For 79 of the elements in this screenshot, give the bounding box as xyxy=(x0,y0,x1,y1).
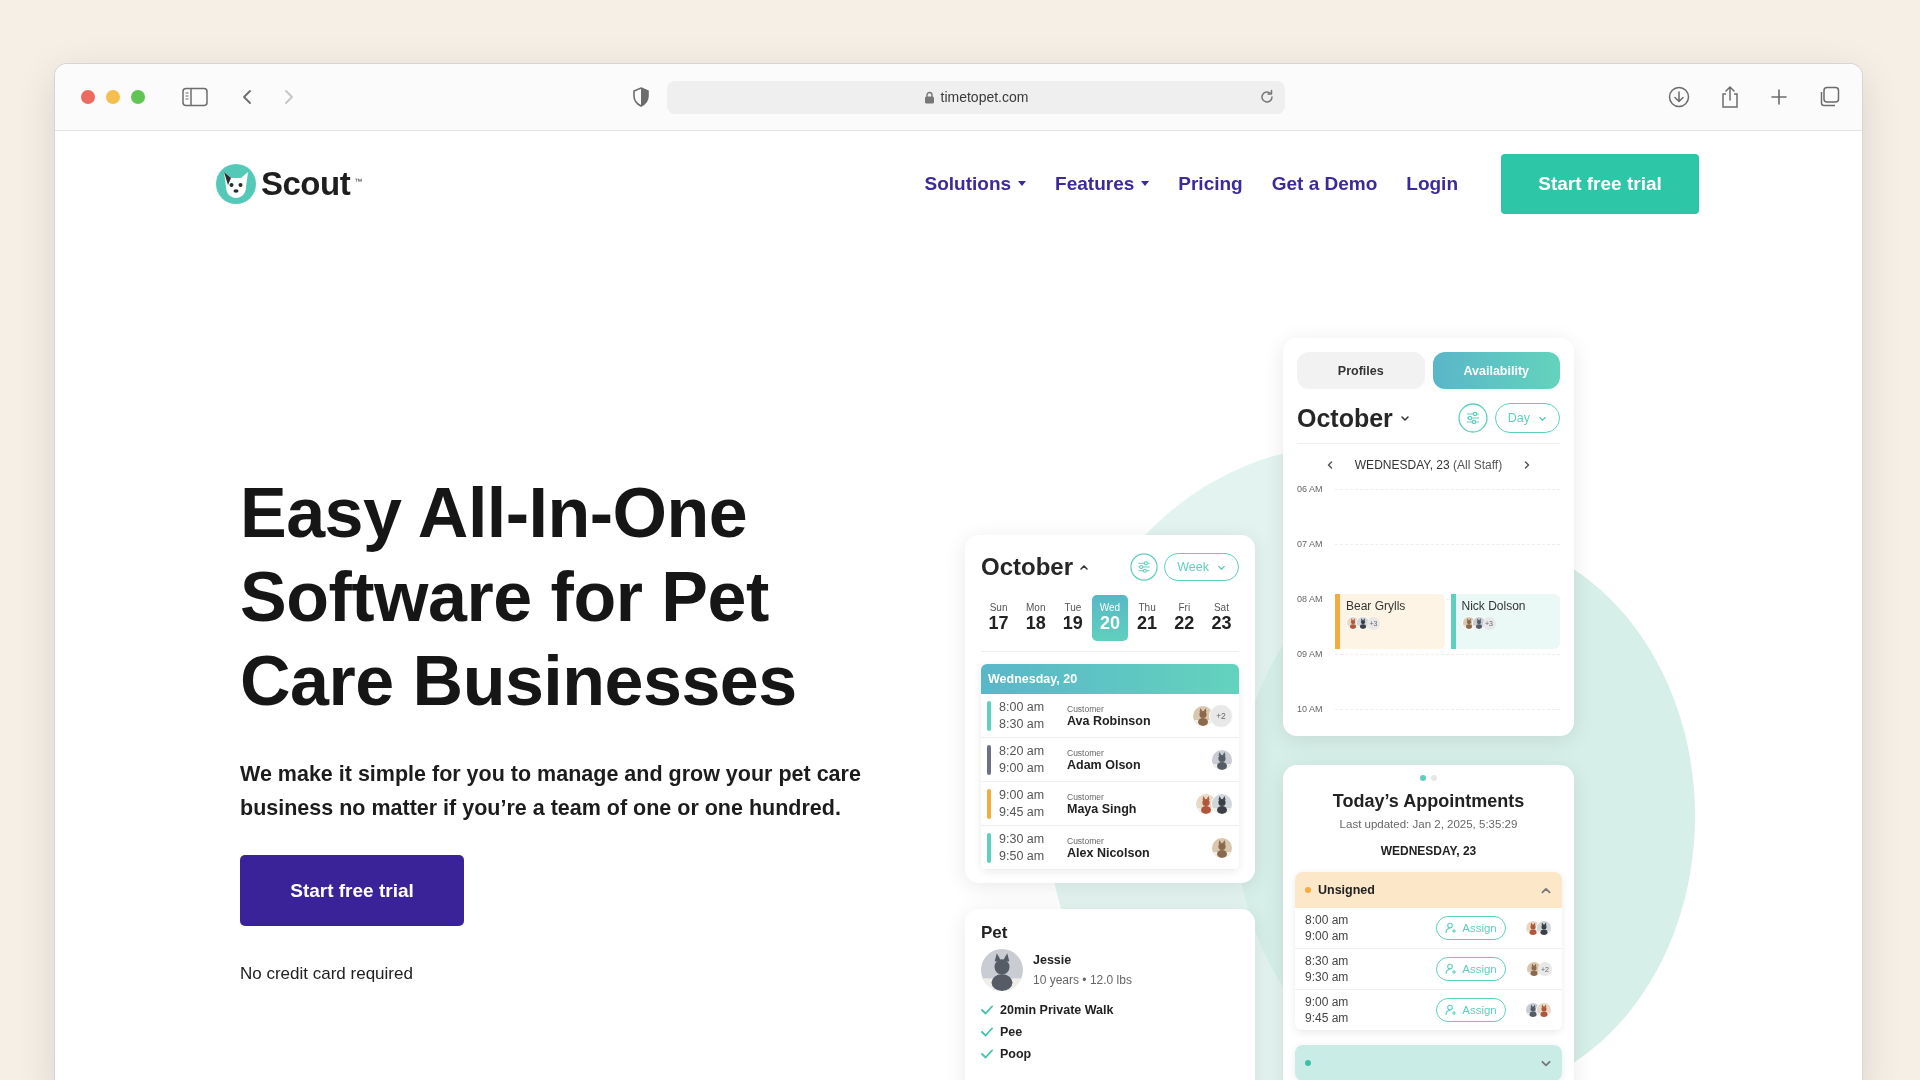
add-person-icon xyxy=(1445,963,1458,975)
date-cell[interactable]: Fri 22 xyxy=(1166,595,1202,641)
hero-subtitle: We make it simple for you to manage and grow your pet care business no matter if you’re a team of one or one hundred. xyxy=(240,761,862,822)
url-text: timetopet.com xyxy=(940,89,1029,105)
nav-link[interactable]: Get a Demo xyxy=(1271,172,1378,195)
more-count: +2 xyxy=(1209,703,1233,728)
tabs-icon[interactable] xyxy=(1818,86,1840,108)
date-label: WEDNESDAY, 23 xyxy=(1379,844,1478,858)
time-range: 8:30 am 9:30 am xyxy=(1305,953,1350,985)
hero-title: Easy All-In-One Software for Pet Care Businesses xyxy=(240,473,798,722)
group-header[interactable]: Unsigned xyxy=(1295,872,1562,908)
no-card-note: No credit card required xyxy=(240,964,414,984)
customer-name: Maya Singh xyxy=(1067,801,1138,816)
date-cell[interactable]: Sun 17 xyxy=(981,595,1017,641)
date-cell[interactable]: Thu 21 xyxy=(1129,595,1165,641)
card-title: Today’s Appointments xyxy=(1331,791,1526,812)
filter-icon[interactable] xyxy=(1457,403,1488,433)
sidebar-icon[interactable] xyxy=(182,87,208,107)
hour-label: 10 AM xyxy=(1297,704,1324,714)
date-cell[interactable]: Tue 19 xyxy=(1055,595,1091,641)
caret-icon xyxy=(1399,413,1410,423)
share-icon[interactable] xyxy=(1720,85,1740,109)
close-button[interactable] xyxy=(81,90,95,104)
new-tab-icon[interactable] xyxy=(1770,88,1788,106)
zoom-button[interactable] xyxy=(131,90,145,104)
last-updated: Last updated: Jan 2, 2025, 5:35:29 xyxy=(1338,818,1519,830)
add-person-icon xyxy=(1445,1004,1458,1016)
page-dot[interactable] xyxy=(1420,775,1426,781)
add-person-icon xyxy=(1445,922,1458,934)
hour-label: 09 AM xyxy=(1297,649,1324,659)
pet-name: Jessie xyxy=(1033,953,1073,967)
trademark-mark: ™ xyxy=(354,176,363,186)
customer-name: Alex Nicolson xyxy=(1067,845,1151,860)
agenda-header: Wednesday, 20 xyxy=(981,664,1239,694)
filter-icon[interactable] xyxy=(1130,553,1159,581)
date-label: WEDNESDAY, 23 (All Staff) xyxy=(1354,458,1503,472)
customer-label: Customer xyxy=(1067,791,1105,802)
nav-link[interactable]: Features xyxy=(1055,172,1150,195)
time-range: 8:00 am 8:30 am xyxy=(999,698,1046,733)
shield-icon[interactable] xyxy=(632,87,650,107)
task-label: 20min Private Walk xyxy=(1000,1003,1114,1017)
group-label: Unsigned xyxy=(1318,883,1375,897)
time-range: 8:20 am 9:00 am xyxy=(999,742,1046,777)
time-range: 9:00 am 9:45 am xyxy=(999,786,1046,821)
nav-link[interactable]: Pricing xyxy=(1178,172,1243,195)
nav-link[interactable]: Solutions xyxy=(924,172,1027,195)
pet-details: 10 years • 12.0 lbs xyxy=(1033,973,1132,987)
task-label: Pee xyxy=(1000,1025,1023,1039)
address-bar[interactable]: timetopet.com xyxy=(667,80,1285,114)
customer-label: Customer xyxy=(1067,703,1105,714)
customer-label: Customer xyxy=(1067,747,1105,758)
staff-name: Nick Dolson xyxy=(1461,599,1526,613)
hour-label: 07 AM xyxy=(1297,539,1324,549)
reload-icon[interactable] xyxy=(1259,88,1275,105)
start-trial-button[interactable]: Start free trial xyxy=(240,855,464,926)
logo-text: Scout xyxy=(261,164,351,203)
time-range: 8:00 am 9:00 am xyxy=(1305,912,1350,944)
caret-icon xyxy=(1079,562,1089,572)
page-dot[interactable] xyxy=(1431,775,1437,781)
minimize-button[interactable] xyxy=(106,90,120,104)
tab[interactable]: Profiles xyxy=(1297,352,1425,389)
month-title: October xyxy=(981,553,1073,581)
logo-icon xyxy=(215,162,257,205)
month-title: October xyxy=(1297,403,1393,433)
customer-name: Adam Olson xyxy=(1067,757,1142,772)
card-title: Pet xyxy=(981,923,1009,943)
download-icon[interactable] xyxy=(1668,86,1690,108)
customer-name: Ava Robinson xyxy=(1067,713,1152,728)
hour-label: 06 AM xyxy=(1297,484,1324,494)
hour-label: 08 AM xyxy=(1297,594,1324,604)
lock-icon xyxy=(923,90,935,104)
task-label: Poop xyxy=(1000,1047,1032,1061)
nav-link[interactable]: Login xyxy=(1406,172,1458,195)
customer-label: Customer xyxy=(1067,835,1105,846)
date-cell[interactable]: Mon 18 xyxy=(1018,595,1054,641)
time-range: 9:30 am 9:50 am xyxy=(999,830,1046,865)
time-range: 9:00 am 9:45 am xyxy=(1305,994,1350,1026)
date-cell[interactable]: Sat 23 xyxy=(1203,595,1239,641)
staff-name: Bear Grylls xyxy=(1346,599,1406,613)
